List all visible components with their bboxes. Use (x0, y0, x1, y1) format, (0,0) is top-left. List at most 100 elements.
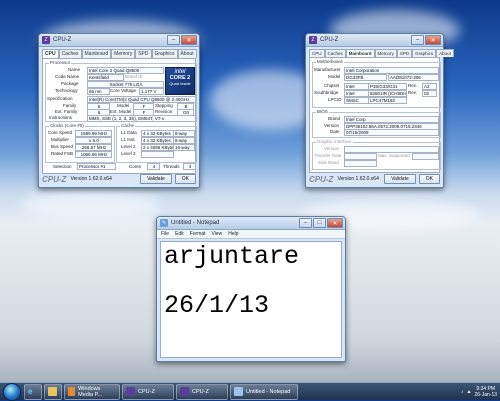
editor-line-2: 26/1/13 (164, 291, 270, 320)
ie-icon[interactable]: e (24, 383, 42, 400)
menu-edit[interactable]: Edit (175, 231, 184, 237)
bios-version-label: Version (324, 123, 340, 128)
network-icon[interactable]: ▲ (467, 389, 472, 395)
model-label: Model (328, 74, 341, 79)
chipset-rev-label: Rev. (408, 83, 417, 88)
menu-format[interactable]: Format (190, 231, 206, 237)
technology-value: 65 nm (87, 88, 110, 95)
codename-label: Code Name (55, 74, 80, 79)
group-title: BIOS (316, 109, 329, 114)
close-button[interactable]: ✕ (327, 218, 343, 228)
taskbar-item-label: CPU-Z (138, 388, 155, 395)
tab-caches[interactable]: Caches (58, 49, 82, 58)
bios-brand-value: Intel Corp. (344, 116, 439, 123)
tab-about[interactable]: About (177, 49, 197, 58)
validate-button[interactable]: Validate (384, 174, 416, 184)
minimize-button[interactable]: – (167, 35, 180, 45)
gi-sideband-label: Side Band (318, 160, 339, 165)
bios-date-label: Date (330, 129, 340, 134)
minimize-button[interactable]: – (299, 218, 312, 228)
fsb-label: Rated FSB (51, 151, 74, 156)
codename-value: Kentsfield (87, 74, 124, 81)
l1i-value: 4 x 32 KBytes (141, 137, 174, 144)
validate-button[interactable]: Validate (140, 174, 172, 184)
cpu-panel: Processor Name Intel Core 2 Quad Q8600 C… (42, 58, 197, 174)
l1d-label: L1 Data (121, 130, 137, 135)
model-label: Model (117, 103, 130, 108)
close-button[interactable]: ✕ (181, 35, 197, 45)
intel-sub-text: Quad inside (169, 81, 191, 86)
cpuz-window-mainboard: Z CPU-Z – ✕ CPU Caches Mainboard Memory … (305, 33, 454, 188)
tab-spd[interactable]: SPD (396, 49, 413, 57)
l2-value: 2 x 4096 KBytes (141, 144, 174, 151)
tab-mainboard[interactable]: Mainboard (81, 49, 112, 58)
cpuz-brand: CPU-Z (309, 174, 334, 184)
taskbar-item-notepad[interactable]: Untitled - Notepad (230, 383, 298, 400)
package-label: Package (61, 81, 79, 86)
menu-view[interactable]: View (212, 231, 223, 237)
cpuz-brand: CPU-Z (42, 174, 67, 184)
window-title: CPU-Z (53, 37, 72, 43)
maximize-button[interactable]: □ (313, 218, 326, 228)
selection-dropdown[interactable]: Processor #1 (77, 163, 116, 170)
tab-about[interactable]: About (436, 49, 454, 57)
ok-button[interactable]: OK (174, 174, 196, 184)
mainboard-panel: Motherboard Manufacturer Intel Corporati… (309, 57, 441, 173)
multiplier-value: x 6.0 (75, 137, 112, 144)
menu-file[interactable]: File (161, 231, 169, 237)
tab-graphics[interactable]: Graphics (151, 49, 178, 58)
taskbar: e Windows Media P... CPU-Z CPU-Z Untitle… (0, 382, 500, 401)
window-title: CPU-Z (320, 37, 339, 43)
tab-mainboard[interactable]: Mainboard (345, 49, 375, 57)
title-bar[interactable]: Z CPU-Z – ✕ (306, 34, 443, 47)
cores-label: Cores (129, 164, 142, 169)
southbridge-rev-value: 02 (422, 90, 437, 97)
gi-version-label: Version (324, 146, 340, 151)
text-editor[interactable]: arjuntare 26/1/13 (160, 241, 342, 358)
extmodel-label: Ext. Model (110, 109, 132, 114)
l1d-value: 4 x 32 KBytes (141, 130, 174, 137)
taskbar-item-cpuz-1[interactable]: CPU-Z (122, 383, 174, 400)
stepping-label: Stepping (155, 103, 173, 108)
start-button[interactable] (3, 382, 21, 401)
technology-label: Technology (55, 88, 78, 93)
gi-version-value (344, 146, 439, 153)
group-title: Graphic Interface (316, 139, 353, 144)
lpcio-label: LPCIO (328, 97, 342, 102)
threads-label: Threads (163, 164, 180, 169)
explorer-icon[interactable] (44, 383, 62, 400)
selection-label: Selection (53, 164, 72, 169)
bios-date-value: 07/15/2009 (344, 129, 439, 136)
tab-cpu[interactable]: CPU (309, 49, 325, 57)
group-title: Clocks (Core #0) (49, 123, 85, 128)
gi-max-value (412, 153, 439, 160)
tab-memory[interactable]: Memory (374, 49, 397, 57)
close-button[interactable]: ✕ (425, 35, 441, 45)
minimize-button[interactable]: – (411, 35, 424, 45)
corespeed-value: 1599.99 MHz (75, 130, 112, 137)
group-title: Processor (49, 60, 72, 65)
taskbar-item-media-player[interactable]: Windows Media P... (64, 383, 120, 400)
title-bar[interactable]: ✎ Untitled - Notepad – □ ✕ (157, 217, 345, 230)
tab-caches[interactable]: Caches (324, 49, 346, 57)
title-bar[interactable]: Z CPU-Z – ✕ (39, 34, 199, 47)
voltage-value: 1.177 V (139, 88, 164, 95)
lpcio-vendor: SMSC (344, 97, 369, 104)
speaker-icon[interactable]: ♪ (461, 389, 464, 395)
l2-way: 16-way (173, 144, 195, 151)
southbridge-rev-label: Rev. (408, 90, 417, 95)
taskbar-item-cpuz-2[interactable]: CPU-Z (176, 383, 228, 400)
tab-memory[interactable]: Memory (111, 49, 136, 58)
notepad-window: ✎ Untitled - Notepad – □ ✕ File Edit For… (156, 216, 346, 362)
lpcio-model: LPC47M182 (368, 97, 407, 104)
menu-help[interactable]: Help (228, 231, 238, 237)
corespeed-label: Core Speed (48, 130, 73, 135)
clock[interactable]: 9:34 PM 26-Jan-13 (474, 386, 497, 398)
tab-cpu[interactable]: CPU (42, 49, 59, 58)
chipset-vendor: Intel (344, 83, 369, 90)
tab-graphics[interactable]: Graphics (412, 49, 437, 57)
version-label: Version 1.62.0.x64 (337, 176, 379, 182)
ok-button[interactable]: OK (418, 174, 440, 184)
tab-spd[interactable]: SPD (135, 49, 152, 58)
model-rev-value: AAD81072-306 (388, 74, 439, 81)
